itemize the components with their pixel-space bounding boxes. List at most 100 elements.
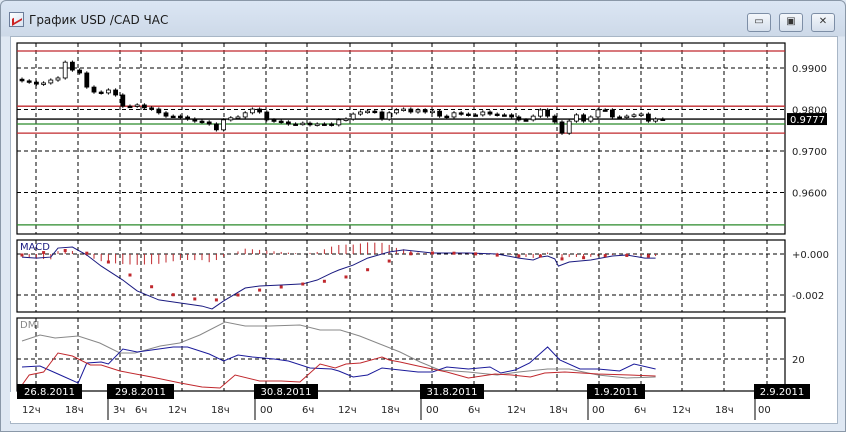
candle-bear	[509, 114, 515, 118]
candle-bull	[235, 116, 241, 119]
candle-bull	[221, 119, 227, 131]
candle-bear	[501, 114, 507, 117]
macd-signal-dot	[495, 253, 499, 257]
macd-signal-dot	[150, 285, 154, 289]
candle-bear	[408, 108, 414, 113]
price-panel[interactable]: 0.99000.98000.97000.96000.9777	[16, 42, 827, 235]
candle-bear	[552, 115, 558, 123]
candle-bull	[336, 119, 342, 126]
macd-axis-label: +0.000	[792, 250, 829, 261]
hour-label: 00	[592, 405, 605, 416]
date-label: 30.8.2011	[261, 387, 312, 398]
candle-bear	[458, 112, 464, 115]
hour-label: 18ч	[65, 405, 84, 416]
macd-signal-dot	[214, 298, 218, 302]
macd-panel[interactable]: +0.000 -0.002	[16, 239, 829, 313]
candle-bear	[437, 110, 443, 117]
candle-bear	[77, 69, 82, 74]
macd-signal-dot	[171, 293, 175, 297]
macd-signal-dot	[646, 254, 650, 258]
candle-bull	[538, 109, 543, 117]
candle-bull	[48, 79, 54, 84]
candle-bull	[228, 117, 234, 121]
candle-bear	[329, 123, 335, 126]
candle-bear	[473, 114, 479, 117]
candle-bear	[26, 80, 32, 83]
candle-bear	[581, 114, 586, 122]
candle-bear	[98, 91, 104, 94]
hour-label: 18ч	[381, 405, 400, 416]
candle-bear	[422, 109, 428, 113]
date-label: 26.8.2011	[24, 387, 75, 398]
candle-bear	[170, 115, 176, 119]
candle-bear	[516, 116, 522, 121]
candle-bear	[379, 111, 385, 120]
candle-bear	[185, 116, 191, 120]
candle-bear	[545, 109, 550, 117]
candle-bear	[120, 94, 126, 107]
dmi-panel[interactable]: 20	[16, 317, 805, 392]
candle-bear	[199, 120, 205, 124]
hour-label: 18ч	[211, 405, 230, 416]
hour-label: 00	[426, 405, 439, 416]
candle-bear	[34, 81, 39, 85]
candle-bear	[307, 122, 313, 126]
candle-bear	[213, 123, 219, 131]
macd-signal-dot	[452, 251, 456, 255]
candle-bear	[617, 116, 622, 119]
macd-signal-dot	[517, 254, 521, 258]
macd-signal-dot	[474, 252, 478, 256]
macd-signal-dot	[409, 252, 413, 256]
candle-bull	[415, 109, 421, 113]
price-axis-label: 0.9700	[792, 147, 827, 158]
macd-signal-dot	[560, 257, 564, 261]
price-axis-label: 0.9900	[792, 64, 827, 75]
candle-bull	[631, 114, 637, 117]
candle-bull	[393, 109, 399, 114]
price-axis-label: 0.9600	[792, 189, 827, 200]
candle-bull	[530, 115, 536, 121]
macd-signal-dot	[279, 285, 283, 289]
macd-signal-dot	[603, 254, 607, 258]
macd-signal-dot	[344, 275, 348, 279]
dmi-axis-label: 20	[792, 355, 805, 366]
candle-bear	[494, 113, 500, 116]
candle-bear	[163, 112, 169, 117]
candle-bull	[357, 111, 363, 115]
panel-frame	[16, 317, 786, 392]
candle-bear	[285, 121, 291, 125]
candle-bull	[588, 116, 594, 122]
candle-bear	[149, 107, 155, 110]
macd-signal-dot	[236, 293, 240, 297]
candle-bear	[271, 119, 277, 122]
date-label: 29.8.2011	[115, 387, 166, 398]
candle-bull	[350, 113, 356, 120]
date-label: 1.9.2011	[594, 387, 639, 398]
hour-label: 00	[758, 405, 771, 416]
hour-label: 00	[260, 405, 273, 416]
candle-bear	[264, 111, 270, 121]
macd-signal-dot	[193, 297, 197, 301]
candle-bear	[610, 109, 615, 118]
macd-signal-dot	[538, 254, 542, 258]
candle-bear	[646, 113, 651, 122]
panel-frame	[16, 42, 786, 235]
hour-label: 12ч	[672, 405, 691, 416]
candle-bear	[293, 123, 299, 126]
candle-bear	[660, 118, 666, 121]
macd-axis-label: -0.002	[792, 291, 824, 302]
candle-bear	[19, 78, 25, 82]
candle-bull	[401, 108, 407, 111]
candle-bull	[429, 110, 435, 114]
candle-bear	[113, 89, 118, 96]
hour-label: 12ч	[22, 405, 41, 416]
candle-bear	[206, 121, 212, 125]
chart-svg[interactable]: 0.99000.98000.97000.96000.9777 +0.000-0.…	[0, 0, 846, 432]
candle-bear	[91, 86, 97, 93]
candle-bull	[314, 123, 320, 126]
macd-signal-dot	[258, 288, 262, 292]
candle-bull	[624, 115, 630, 119]
date-label: 31.8.2011	[427, 387, 478, 398]
macd-signal-dot	[387, 259, 391, 263]
candle-bear	[487, 111, 493, 115]
